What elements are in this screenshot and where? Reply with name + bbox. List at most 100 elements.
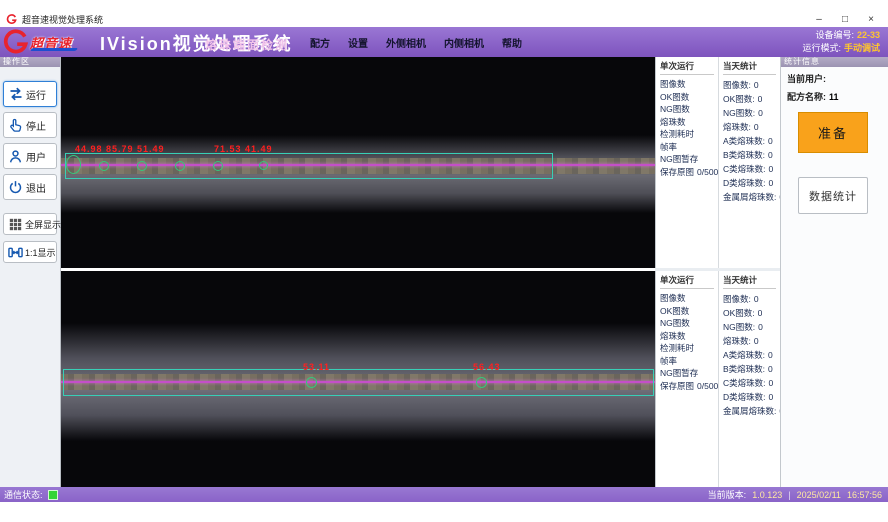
menu-item-settings[interactable]: 设置 xyxy=(348,35,368,50)
fullscreen-button-label: 全屏显示 xyxy=(25,218,61,231)
current-user-row: 当前用户: xyxy=(787,72,888,85)
operation-panel-title: 操作区 xyxy=(0,57,60,67)
stat-row: B类熔珠数:0 xyxy=(723,148,780,162)
stat-row: 检测耗时 xyxy=(660,342,718,355)
detection-roi-box xyxy=(63,369,654,396)
fullscreen-button[interactable]: 全屏显示 xyxy=(3,213,57,235)
stat-row: D类熔珠数:0 xyxy=(723,176,780,190)
stats-panel-bottom: 单次运行 图像数 OK图数 NG图数 熔珠数 检测耗时 帧率 NG图暂存 保存原… xyxy=(655,271,780,487)
run-button[interactable]: 运行 xyxy=(3,81,57,107)
run-mode-label: 运行模式: xyxy=(802,43,841,53)
blob-marker xyxy=(306,377,317,388)
one-to-one-button[interactable]: 1:1显示 xyxy=(3,241,57,263)
run-cycle-icon xyxy=(7,86,24,103)
stat-row: D类熔珠数:0 xyxy=(723,390,780,404)
run-button-label: 运行 xyxy=(26,87,46,102)
stat-row: 金属屑熔珠数:0 xyxy=(723,190,780,204)
current-user-label: 当前用户: xyxy=(787,74,826,84)
stat-row: OK图数 xyxy=(660,91,718,104)
one-to-one-icon xyxy=(7,244,24,261)
status-bar: 通信状态: 当前版本: 1.0.123 | 2025/02/11 16:57:5… xyxy=(0,487,888,502)
stat-row: NG图数:0 xyxy=(723,320,780,334)
menu-item-inner-camera[interactable]: 内侧相机 xyxy=(444,35,484,50)
stat-row: NG图暂存 xyxy=(660,367,718,380)
stat-row: 帧率 xyxy=(660,141,718,154)
stat-row: OK图数 xyxy=(660,305,718,318)
main-menu: 配方 设置 外侧相机 内侧相机 帮助 xyxy=(310,27,522,57)
today-stats-column: 当天统计 图像数:0 OK图数:0 NG图数:0 熔珠数:0 A类熔珠数:0 B… xyxy=(718,271,780,487)
recipe-name-label: 配方名称: xyxy=(787,92,826,102)
exit-button[interactable]: 退出 xyxy=(3,174,57,200)
measurement-annotation: 56.43 xyxy=(473,362,501,372)
brand-swoosh-decoration xyxy=(30,48,78,51)
status-date: 2025/02/11 xyxy=(797,490,841,500)
menu-item-help[interactable]: 帮助 xyxy=(502,35,522,50)
menu-item-outer-camera[interactable]: 外侧相机 xyxy=(386,35,426,50)
stat-row: C类熔珠数:0 xyxy=(723,376,780,390)
operation-buttons: 运行 停止 用户 退出 xyxy=(0,67,60,269)
blob-marker xyxy=(137,161,147,171)
maximize-button[interactable]: □ xyxy=(832,10,858,28)
today-stats-column: 当天统计 图像数:0 OK图数:0 NG图数:0 熔珠数:0 A类熔珠数:0 B… xyxy=(718,57,780,268)
comm-status-label: 通信状态: xyxy=(4,488,43,501)
blob-marker xyxy=(476,377,487,388)
device-id-label: 设备编号: xyxy=(815,30,854,40)
app-logo-icon xyxy=(6,14,17,25)
stat-row: 熔珠数 xyxy=(660,116,718,129)
user-button-label: 用户 xyxy=(26,149,46,164)
recipe-name-value: 11 xyxy=(829,92,839,102)
camera-viewstack: 44.98 85.79 51.49 71.53 41.49 53.11 56.4… xyxy=(61,57,655,487)
stat-row: NG图暂存 xyxy=(660,153,718,166)
stat-row: 金属屑熔珠数:0 xyxy=(723,404,780,418)
measurement-annotation: 53.11 xyxy=(303,362,330,372)
statistics-info-title: 统计信息 xyxy=(781,57,888,67)
stat-row: 熔珠数:0 xyxy=(723,120,780,134)
app-window: 超音速视觉处理系统 – □ × 超音速 IVision视觉处理系统 熔珠端面检测… xyxy=(0,0,888,522)
today-stats-title: 当天统计 xyxy=(723,60,776,75)
window-title: 超音速视觉处理系统 xyxy=(22,13,103,26)
version-value: 1.0.123 xyxy=(752,490,782,500)
menu-item-recipe[interactable]: 配方 xyxy=(310,35,330,50)
one-to-one-button-label: 1:1显示 xyxy=(25,246,56,259)
stat-row: A类熔珠数:0 xyxy=(723,134,780,148)
single-run-column: 单次运行 图像数 OK图数 NG图数 熔珠数 检测耗时 帧率 NG图暂存 保存原… xyxy=(656,271,718,487)
stat-row: 检测耗时 xyxy=(660,128,718,141)
close-button[interactable]: × xyxy=(858,10,884,28)
comm-status-led-indicator xyxy=(48,490,58,500)
blob-marker xyxy=(213,161,223,171)
measurement-annotation: 71.53 41.49 xyxy=(214,144,273,154)
comm-status: 通信状态: xyxy=(4,488,58,501)
operation-sidebar: 操作区 运行 停止 用户 xyxy=(0,57,61,487)
status-time: 16:57:56 xyxy=(847,490,882,500)
blob-marker xyxy=(175,161,185,171)
stat-row: 保存原图0/500 xyxy=(660,380,718,393)
user-button[interactable]: 用户 xyxy=(3,143,57,169)
stat-row: 图像数:0 xyxy=(723,78,780,92)
single-run-column: 单次运行 图像数 OK图数 NG图数 熔珠数 检测耗时 帧率 NG图暂存 保存原… xyxy=(656,57,718,268)
stat-row: 熔珠数 xyxy=(660,330,718,343)
single-run-title: 单次运行 xyxy=(660,274,714,289)
title-bar[interactable]: 超音速视觉处理系统 – □ × xyxy=(0,12,888,27)
brand-logo-icon xyxy=(2,29,29,56)
device-info: 设备编号:22-33 运行模式:手动调试 xyxy=(802,29,880,55)
exit-button-label: 退出 xyxy=(26,180,46,195)
recipe-name-row: 配方名称:11 xyxy=(787,90,888,103)
hand-stop-icon xyxy=(7,117,24,134)
camera-viewport-1: 44.98 85.79 51.49 71.53 41.49 xyxy=(61,57,655,268)
power-icon xyxy=(7,179,24,196)
stat-row: 图像数 xyxy=(660,292,718,305)
stat-row: 帧率 xyxy=(660,355,718,368)
stat-row: 保存原图0/500 xyxy=(660,166,718,179)
version-label: 当前版本: xyxy=(708,488,747,501)
stat-row: A类熔珠数:0 xyxy=(723,348,780,362)
stat-row: NG图数 xyxy=(660,103,718,116)
today-stats-title: 当天统计 xyxy=(723,274,776,289)
stat-row: NG图数 xyxy=(660,317,718,330)
stop-button[interactable]: 停止 xyxy=(3,112,57,138)
app-subtitle: 熔珠端面检测 xyxy=(205,36,289,53)
stat-row: C类熔珠数:0 xyxy=(723,162,780,176)
data-statistics-button[interactable]: 数据统计 xyxy=(798,177,868,214)
prepare-button[interactable]: 准备 xyxy=(798,112,868,153)
window-controls: – □ × xyxy=(806,10,884,28)
minimize-button[interactable]: – xyxy=(806,10,832,28)
